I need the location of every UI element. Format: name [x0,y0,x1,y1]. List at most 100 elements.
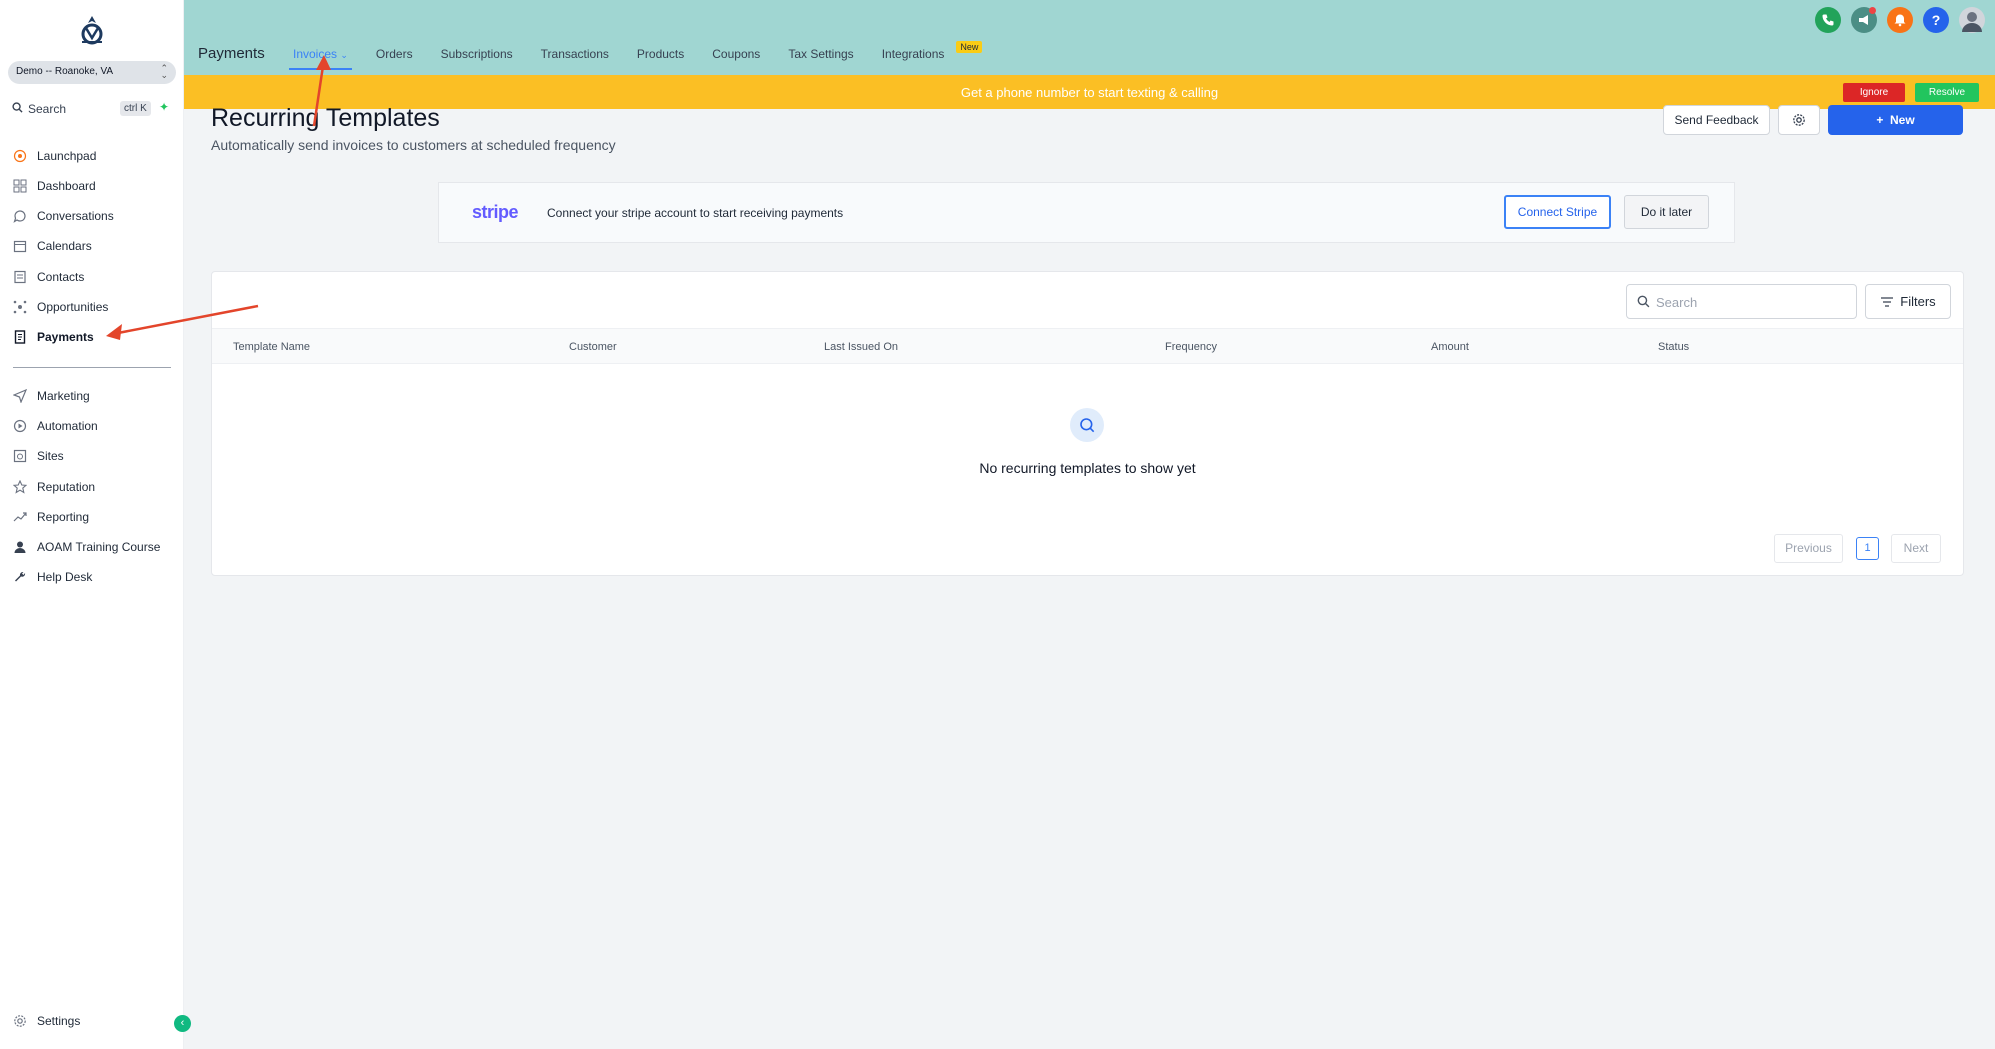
tab-integrations[interactable]: Integrations New [878,40,983,70]
phone-number-banner: Get a phone number to start texting & ca… [184,75,1995,109]
sidebar-item-conversations[interactable]: Conversations [12,205,180,227]
sidebar-item-label: Opportunities [37,300,109,314]
sidebar-item-dashboard[interactable]: Dashboard [12,175,180,197]
sidebar-divider [13,367,171,368]
section-title: Payments [198,45,265,62]
automation-icon [12,418,28,434]
megaphone-icon[interactable] [1851,7,1877,33]
tab-transactions[interactable]: Transactions [537,40,613,70]
tab-coupons[interactable]: Coupons [708,40,764,70]
tab-label: Transactions [540,47,609,61]
sidebar: Demo -- Roanoke, VA ⌃ ⌄ Search ctrl K ✦ L… [0,0,191,1049]
sidebar-item-reporting[interactable]: Reporting [12,506,180,528]
send-feedback-button[interactable]: Send Feedback [1663,105,1770,135]
sidebar-item-label: Settings [37,1014,81,1028]
phone-icon[interactable] [1815,7,1841,33]
tab-subscriptions[interactable]: Subscriptions [437,40,517,70]
sidebar-item-label: Marketing [37,389,90,403]
sidebar-item-label: Conversations [37,209,114,223]
header-actions: ? [1805,7,1985,33]
page-number-button[interactable]: 1 [1856,537,1879,560]
new-badge: New [956,41,983,53]
tab-label: Invoices [293,47,338,61]
chevron-down-icon: ⌄ [340,50,348,60]
sidebar-item-reputation[interactable]: Reputation [12,476,180,498]
table-search-input[interactable]: Search [1626,284,1857,319]
sidebar-item-marketing[interactable]: Marketing [12,385,180,407]
sidebar-item-help-desk[interactable]: Help Desk [12,566,180,588]
notification-dot [1869,7,1876,14]
calendar-icon [12,238,28,254]
column-header: Amount [1431,341,1469,353]
filters-button[interactable]: Filters [1865,284,1951,319]
column-header: Status [1658,341,1690,353]
sidebar-item-calendars[interactable]: Calendars [12,235,180,257]
sidebar-item-label: Automation [37,419,98,433]
sidebar-item-label: Contacts [37,270,85,284]
wrench-icon [12,569,28,585]
location-switcher[interactable]: Demo -- Roanoke, VA ⌃ ⌄ [8,61,176,84]
next-page-button[interactable]: Next [1891,534,1941,563]
page-title: Recurring Templates [211,104,440,132]
settings-button[interactable] [1778,105,1820,135]
search-icon [1637,295,1650,313]
sidebar-item-label: Calendars [37,239,92,253]
stripe-connect-card: stripe Connect your stripe account to st… [438,182,1735,243]
location-name: Demo -- Roanoke, VA [16,66,114,77]
rocket-icon [12,148,28,164]
ignore-button[interactable]: Ignore [1843,83,1905,102]
sidebar-search[interactable]: Search ctrl K ✦ [8,99,176,119]
tab-label: Tax Settings [788,47,854,61]
logo-icon [81,16,103,45]
sidebar-item-launchpad[interactable]: Launchpad [12,145,180,167]
connect-stripe-button[interactable]: Connect Stripe [1504,195,1611,229]
sidebar-item-settings[interactable]: Settings [12,1010,180,1032]
filter-icon [1881,296,1894,307]
sidebar-item-label: Sites [37,449,64,463]
stripe-logo: stripe [472,202,519,222]
tab-invoices[interactable]: Invoices ⌄ [289,40,352,70]
do-it-later-button[interactable]: Do it later [1624,195,1709,229]
sidebar-item-label: Reputation [37,480,96,494]
column-header: Template Name [233,341,311,353]
previous-page-button[interactable]: Previous [1774,534,1843,563]
receipt-icon [12,329,28,345]
sidebar-item-contacts[interactable]: Contacts [12,266,180,288]
new-template-button[interactable]: + New [1828,105,1963,135]
star-icon [12,479,28,495]
network-icon [12,299,28,315]
new-button-label: New [1890,113,1915,127]
app-logo[interactable] [76,14,108,48]
sidebar-item-label: Payments [37,330,94,344]
sidebar-item-automation[interactable]: Automation [12,415,180,437]
column-header: Last Issued On [824,341,898,353]
avatar[interactable] [1959,7,1985,33]
tab-label: Subscriptions [440,47,513,61]
tab-orders[interactable]: Orders [372,40,417,70]
collapse-sidebar-button[interactable]: ‹ [174,1015,191,1032]
table-header: Template Name Customer Last Issued On Fr… [212,328,1963,364]
sidebar-item-training-course[interactable]: AOAM Training Course [12,536,180,558]
chat-icon [12,208,28,224]
user-icon [12,539,28,555]
tab-tax-settings[interactable]: Tax Settings [784,40,857,70]
resolve-button[interactable]: Resolve [1915,83,1979,102]
empty-search-icon [1070,408,1104,442]
top-navigation: Payments Invoices ⌄ Orders Subscriptions… [184,0,1995,75]
empty-state-message: No recurring templates to show yet [979,460,1196,476]
trend-icon [12,509,28,525]
sidebar-search-label: Search [28,102,67,116]
sidebar-item-label: Help Desk [37,570,93,584]
sidebar-item-sites[interactable]: Sites [12,445,180,467]
sidebar-item-payments[interactable]: Payments [12,326,180,348]
search-shortcut: ctrl K [120,101,151,116]
help-icon[interactable]: ? [1923,7,1949,33]
column-header: Customer [569,341,617,353]
tab-products[interactable]: Products [633,40,688,70]
gear-icon [1793,114,1805,126]
sparkle-icon[interactable]: ✦ [159,100,169,114]
sidebar-item-opportunities[interactable]: Opportunities [12,296,180,318]
bell-icon[interactable] [1887,7,1913,33]
grid-icon [12,178,28,194]
stripe-message: Connect your stripe account to start rec… [547,206,844,220]
